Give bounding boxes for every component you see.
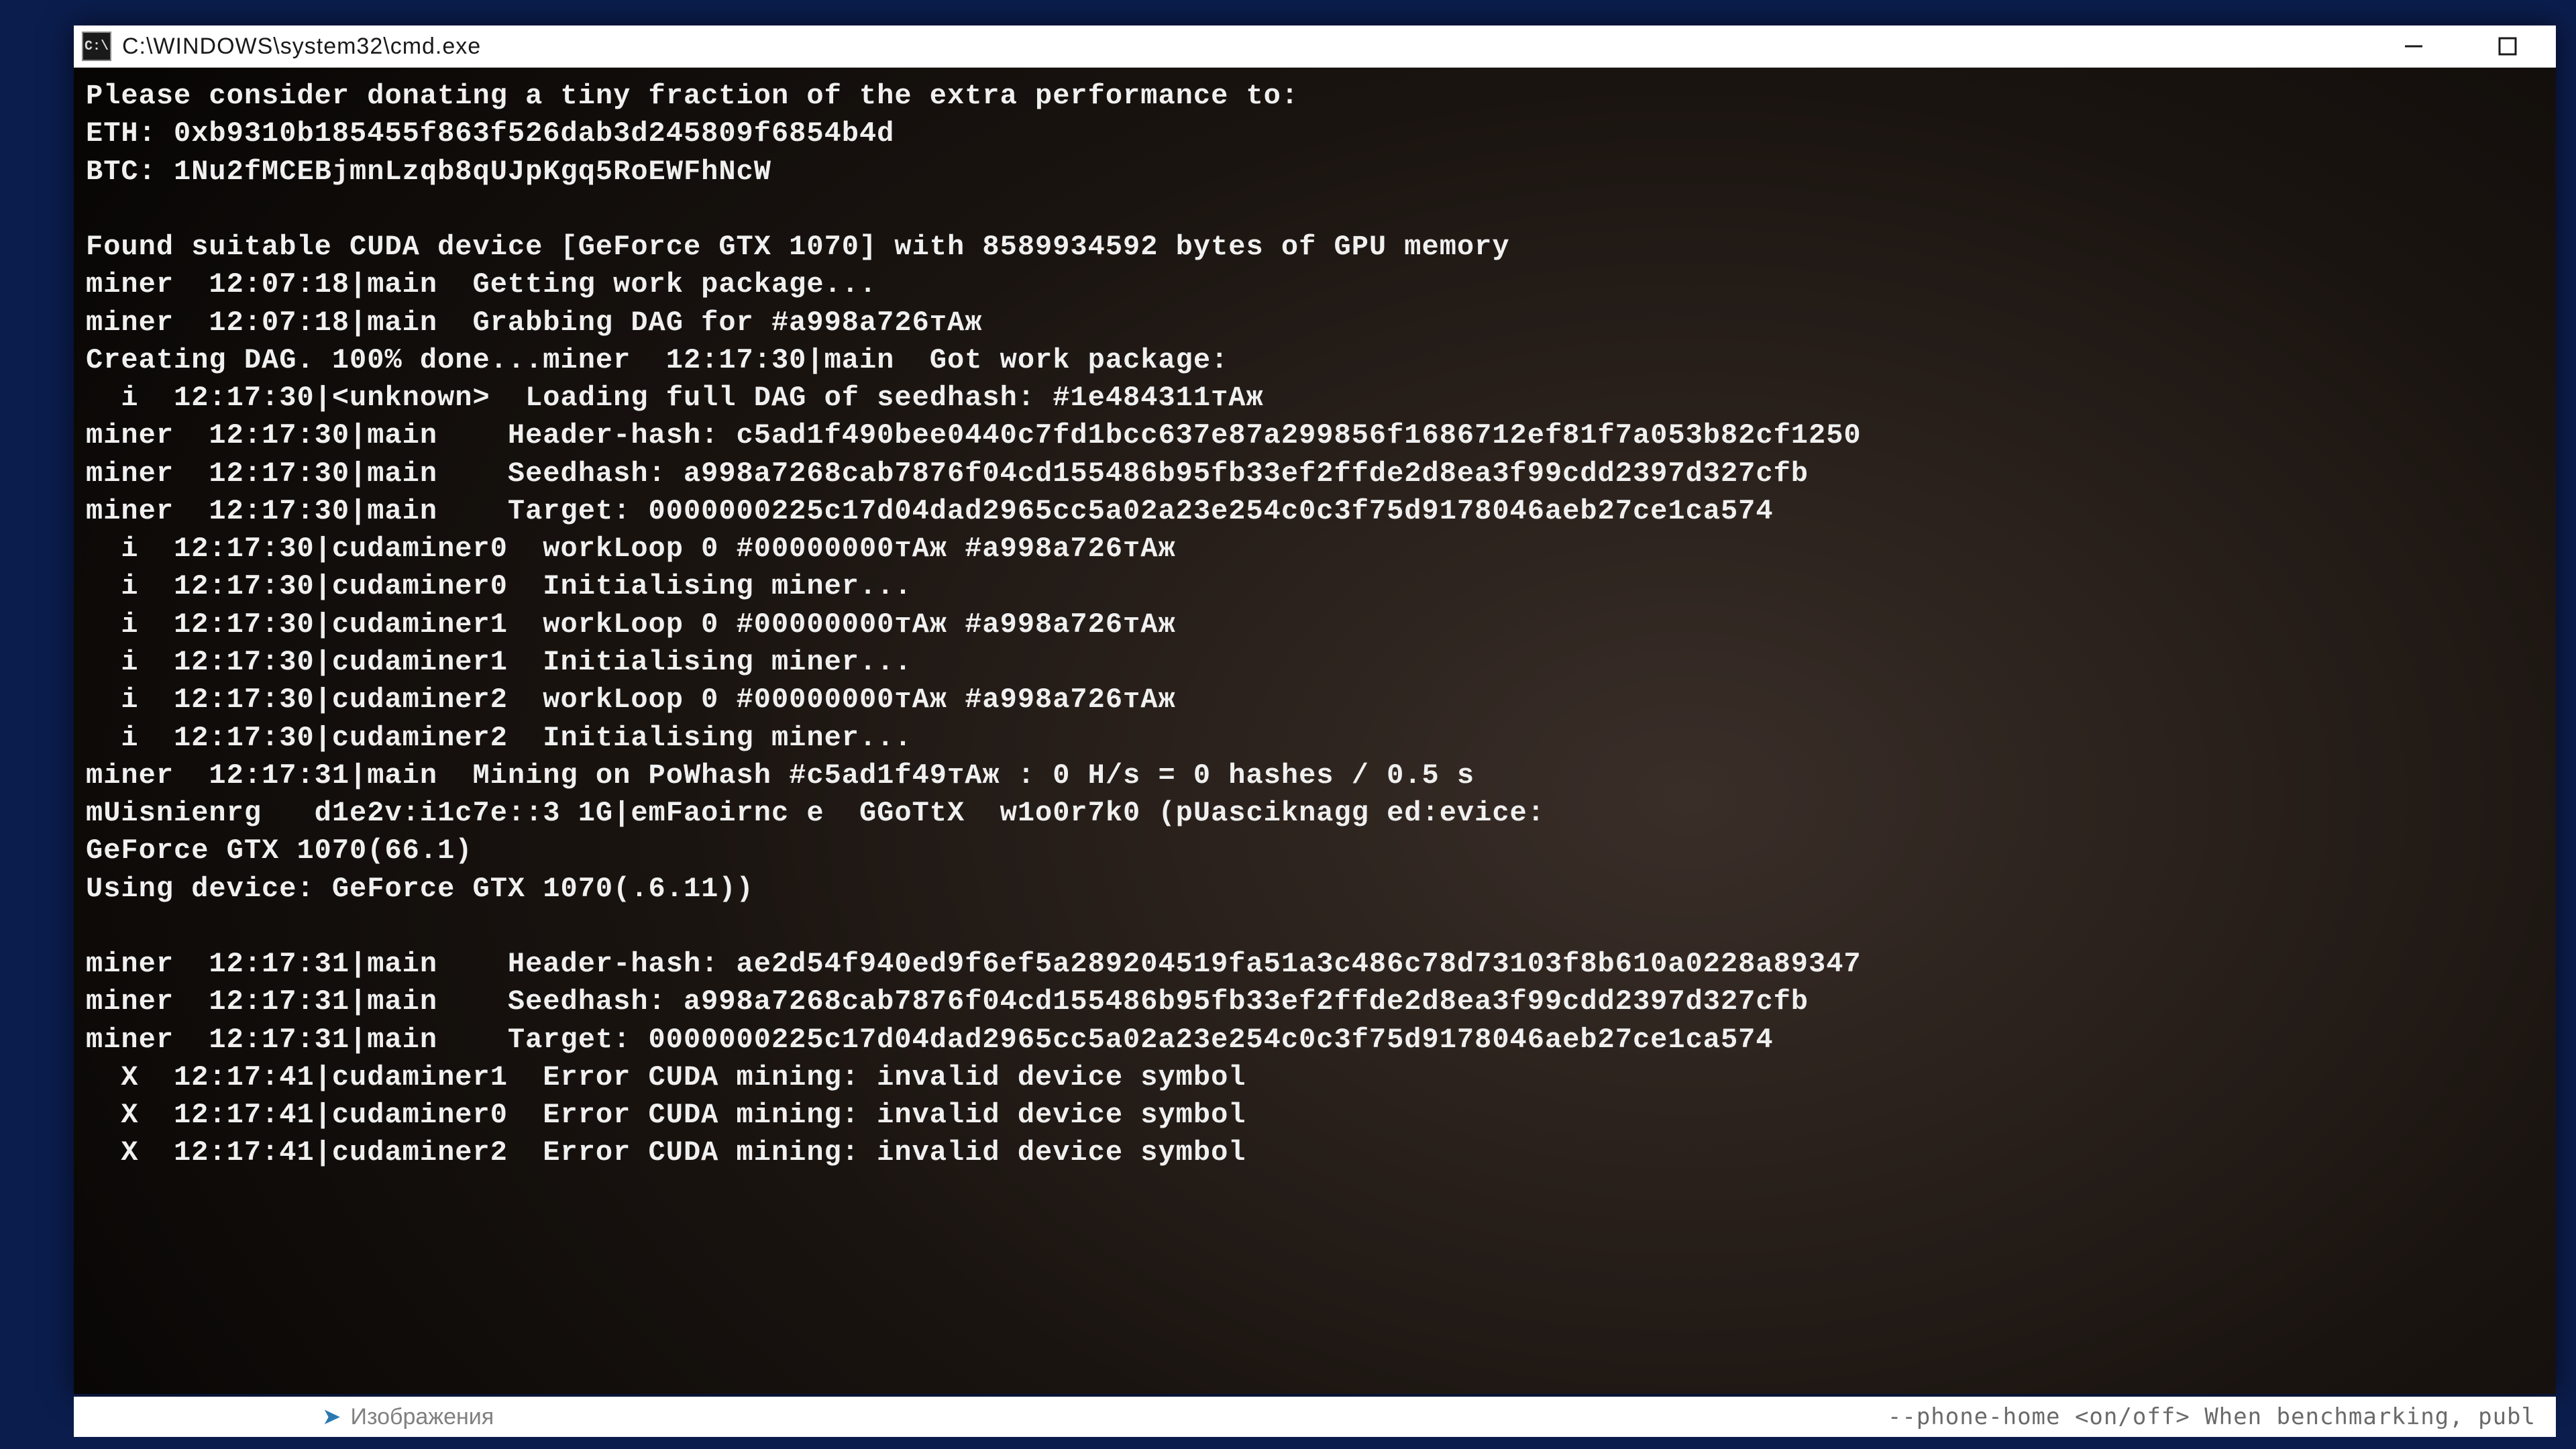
cmd-icon-label: C:\	[85, 39, 109, 54]
console-output[interactable]: Please consider donating a tiny fraction…	[74, 68, 2556, 1394]
cmd-icon: C:\	[82, 32, 111, 61]
minimize-icon	[2402, 35, 2425, 58]
minimize-button[interactable]	[2387, 30, 2440, 63]
bottom-strip: ➤ Изображения --phone-home <on/off> When…	[74, 1397, 2556, 1437]
cmd-window: C:\ C:\WINDOWS\system32\cmd.exe Please c…	[74, 25, 2556, 1394]
bottom-strip-left: ➤ Изображения	[74, 1403, 1888, 1430]
maximize-icon	[2498, 36, 2518, 56]
window-controls	[2387, 30, 2548, 63]
window-title: C:\WINDOWS\system32\cmd.exe	[122, 34, 2387, 60]
bottom-strip-right: --phone-home <on/off> When benchmarking,…	[1888, 1403, 2556, 1430]
chevron-right-icon: ➤	[322, 1403, 341, 1430]
bottom-strip-left-label[interactable]: Изображения	[351, 1404, 494, 1430]
maximize-button[interactable]	[2481, 30, 2534, 63]
titlebar[interactable]: C:\ C:\WINDOWS\system32\cmd.exe	[74, 25, 2556, 68]
